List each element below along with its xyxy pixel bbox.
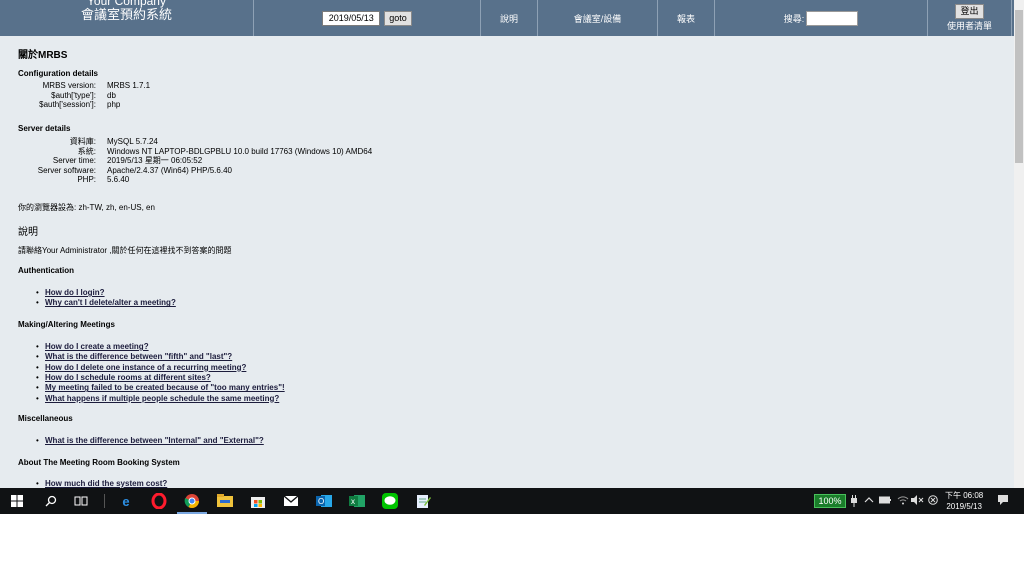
detail-key: Server software: — [37, 165, 96, 175]
detail-key: 資料庫: — [69, 137, 96, 146]
faq-link[interactable]: How do I schedule rooms at different sit… — [45, 373, 211, 383]
detail-key: Server time: — [52, 156, 96, 165]
detail-key: PHP: — [77, 175, 96, 184]
battery-icon[interactable] — [879, 495, 891, 508]
faq-link[interactable]: Why can't I delete/alter a meeting? — [45, 298, 176, 308]
about-heading: About The Meeting Room Booking System — [18, 458, 180, 467]
wifi-icon[interactable] — [897, 495, 909, 508]
bullet-icon: • — [36, 288, 39, 297]
faq-link[interactable]: How do I login? — [45, 288, 105, 298]
browser-language: 你的瀏覽器設為: zh-TW, zh, en-US, en — [18, 203, 155, 212]
detail-key: MRBS version: — [42, 81, 96, 90]
help-heading: 說明 — [18, 227, 38, 238]
date-input[interactable]: 2019/05/13 — [322, 10, 381, 26]
file-explorer-icon[interactable] — [217, 493, 233, 509]
outlook-icon[interactable]: O — [316, 493, 332, 509]
page-title: 關於MRBS — [18, 50, 68, 61]
svg-text:x: x — [351, 497, 355, 506]
company-cell[interactable]: Your Company 會議室預約系統 — [0, 0, 254, 36]
faq-link[interactable]: What is the difference between "Internal… — [45, 436, 264, 446]
search-label: 搜尋: — [783, 13, 805, 24]
clock-date: 2019/5/13 — [946, 502, 982, 511]
store-icon[interactable] — [250, 493, 266, 509]
bullet-icon: • — [36, 436, 39, 445]
line-chat-icon[interactable] — [382, 493, 398, 509]
bullet-icon: • — [36, 362, 39, 372]
detail-value: php — [107, 100, 121, 109]
system-clock[interactable]: 下午 06:08 2019/5/13 — [945, 490, 983, 512]
date-cell: 2019/05/13 goto — [254, 0, 481, 36]
detail-value: db — [107, 90, 116, 100]
top-navigation: Your Company 會議室預約系統 2019/05/13 goto 說明 … — [0, 0, 1014, 36]
taskbar: e O x 100% 下午 06:08 2019/5/13 — [0, 488, 1024, 514]
detail-key: $auth['type']: — [51, 90, 96, 100]
server-list: 資料庫: MySQL 5.7.24 系統: Windows NT LAPTOP-BDL… — [18, 137, 618, 187]
config-heading: Configuration details — [18, 69, 98, 78]
edge-browser-icon[interactable]: e — [118, 493, 134, 509]
making-heading: Making/Altering Meetings — [18, 320, 115, 329]
browser-viewport: Your Company 會議室預約系統 2019/05/13 goto 說明 … — [0, 0, 1014, 488]
detail-key: 系統: — [77, 146, 96, 156]
search-cell: 搜尋: — [715, 0, 928, 36]
notepad-icon[interactable] — [415, 493, 431, 509]
volume-muted-icon[interactable] — [911, 495, 924, 508]
detail-value: Apache/2.4.37 (Win64) PHP/5.6.40 — [107, 165, 232, 175]
detail-value: 2019/5/13 星期一 06:05:52 — [107, 156, 203, 165]
scrollbar-thumb[interactable] — [1015, 10, 1023, 163]
battery-indicator[interactable]: 100% — [814, 494, 846, 508]
opera-browser-icon[interactable] — [151, 493, 167, 509]
bullet-icon: • — [36, 298, 39, 308]
mail-icon[interactable] — [283, 493, 299, 509]
server-heading: Server details — [18, 124, 71, 133]
nav-rooms[interactable]: 會議室/設備 — [538, 0, 658, 36]
faq-link[interactable]: What is the difference between "fifth" a… — [45, 352, 232, 362]
detail-value: MRBS 1.7.1 — [107, 81, 151, 90]
faq-link[interactable]: My meeting failed to be created because … — [45, 383, 285, 393]
config-list: MRBS version: MRBS 1.7.1 $auth['type']: db $… — [18, 81, 518, 111]
faq-link[interactable]: How much did the system cost? — [45, 479, 167, 488]
bullet-icon: • — [36, 383, 39, 393]
chrome-active-indicator — [177, 512, 207, 514]
excel-icon[interactable]: x — [349, 493, 365, 509]
chrome-browser-icon[interactable] — [184, 493, 200, 509]
faq-link[interactable]: What happens if multiple people schedule… — [45, 394, 279, 404]
nav-report[interactable]: 報表 — [658, 0, 715, 36]
clock-time: 下午 06:08 — [945, 491, 984, 500]
search-input[interactable] — [806, 10, 859, 26]
misc-heading: Miscellaneous — [18, 414, 73, 423]
logout-button[interactable]: 登出 — [955, 4, 984, 19]
windows-start-icon[interactable] — [9, 493, 25, 509]
bullet-icon: • — [36, 393, 39, 403]
auth-heading: Authentication — [18, 266, 74, 275]
taskbar-divider — [104, 494, 105, 508]
bullet-icon: • — [36, 352, 39, 362]
search-icon[interactable] — [43, 493, 59, 509]
detail-value: 5.6.40 — [107, 175, 130, 184]
system-title[interactable]: 會議室預約系統 — [81, 8, 172, 21]
task-view-icon[interactable] — [73, 493, 89, 509]
power-plug-icon[interactable] — [850, 495, 858, 510]
notification-blocked-icon[interactable] — [928, 495, 938, 508]
bullet-icon: • — [36, 342, 39, 351]
goto-button[interactable]: goto — [384, 10, 412, 26]
contact-text: 請聯絡Your Administrator ,關於任何在這裡找不到答案的問題 — [18, 246, 232, 255]
detail-value: Windows NT LAPTOP-BDLGPBLU 10.0 build 17… — [107, 146, 373, 156]
svg-text:O: O — [318, 497, 324, 506]
faq-link[interactable]: How do I delete one instance of a recurr… — [45, 363, 246, 373]
bullet-icon: • — [36, 372, 39, 382]
logout-cell: 登出 使用者清單 — [928, 0, 1012, 36]
faq-link[interactable]: How do I create a meeting? — [45, 342, 149, 352]
bullet-icon: • — [36, 479, 39, 488]
detail-value: MySQL 5.7.24 — [107, 137, 158, 146]
user-list-link[interactable]: 使用者清單 — [947, 21, 992, 32]
nav-help[interactable]: 說明 — [481, 0, 538, 36]
chevron-up-icon[interactable] — [864, 495, 874, 508]
detail-key: $auth['session']: — [39, 100, 96, 109]
action-center-icon[interactable] — [997, 494, 1009, 509]
